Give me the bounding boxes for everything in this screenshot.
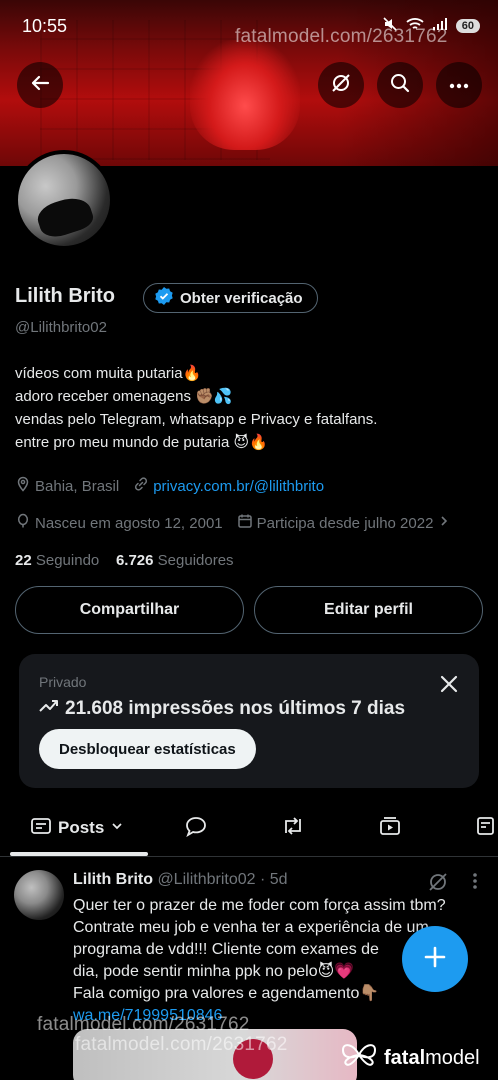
edit-profile-button[interactable]: Editar perfil	[254, 586, 483, 634]
followers-label: Seguidores	[157, 552, 234, 569]
repost-icon	[280, 815, 306, 842]
butterfly-icon	[340, 1040, 378, 1076]
brand-name-rest: model	[425, 1046, 480, 1069]
status-time: 10:55	[22, 16, 68, 36]
tab-articles[interactable]	[476, 806, 498, 850]
balloon-icon	[15, 513, 31, 533]
get-verified-button[interactable]: Obter verificação	[143, 283, 318, 313]
share-label: Compartilhar	[79, 601, 180, 618]
follow-counts: 22 Seguindo 6.726 Seguidores	[15, 552, 234, 569]
following-label: Seguindo	[35, 552, 100, 569]
bio-line: entre pro meu mundo de putaria 😈🔥	[15, 434, 268, 451]
post-media[interactable]	[73, 1029, 357, 1080]
birth-item: Nasceu em agosto 12, 2001	[15, 513, 223, 533]
brand-name: fatalmodel	[384, 1047, 480, 1070]
article-edit-icon	[476, 815, 498, 842]
fatalmodel-logo: fatalmodel	[340, 1040, 480, 1076]
search-icon	[390, 73, 410, 98]
tab-replies[interactable]	[184, 806, 208, 850]
bio-line: vídeos com muita putaria🔥	[15, 365, 202, 382]
wifi-icon	[406, 17, 424, 34]
following-link[interactable]: 22 Seguindo	[15, 552, 99, 569]
back-button[interactable]	[17, 62, 63, 108]
joined-item[interactable]: Participa desde julho 2022	[237, 513, 452, 533]
post-avatar[interactable]	[14, 870, 64, 920]
analytics-card: Privado 21.608 impressões nos últimos 7 …	[19, 654, 479, 788]
bio-line: adoro receber omenagens ✊🏽💦	[15, 388, 233, 405]
post-link[interactable]: wa.me/71999510846	[73, 1005, 483, 1027]
grok-icon	[330, 72, 352, 99]
close-icon	[437, 675, 461, 700]
impressions-row: 21.608 impressões nos últimos 7 dias	[39, 698, 405, 720]
birth-text: Nasceu em agosto 12, 2001	[35, 514, 223, 532]
chevron-right-icon	[437, 514, 451, 532]
profile-tabs: Posts	[0, 806, 498, 856]
status-icons: 60	[382, 16, 480, 35]
tab-divider	[0, 856, 498, 857]
profile-avatar[interactable]	[14, 150, 114, 250]
profile-handle: @Lilithbrito02	[15, 319, 107, 336]
unlock-stats-label: Desbloquear estatísticas	[59, 740, 236, 758]
tab-posts[interactable]: Posts	[30, 806, 124, 850]
banner-figure	[190, 40, 300, 150]
edit-profile-label: Editar perfil	[324, 601, 413, 618]
website-link[interactable]: privacy.com.br/@lilithbrito	[153, 478, 324, 495]
followers-count: 6.726	[115, 552, 154, 569]
signal-icon	[432, 17, 448, 34]
calendar-icon	[237, 513, 253, 533]
mute-icon	[382, 16, 398, 35]
trending-up-icon	[39, 698, 59, 720]
link-icon	[133, 476, 149, 496]
search-button[interactable]	[377, 62, 423, 108]
post-author-meta: @Lilithbrito02 · 5d	[157, 871, 288, 888]
following-count: 22	[15, 552, 32, 569]
post-grok-icon[interactable]	[427, 871, 449, 898]
chevron-down-icon	[110, 819, 124, 838]
post-header: Lilith Brito @Lilithbrito02 · 5d	[73, 871, 288, 889]
plus-icon	[423, 945, 447, 974]
brand-name-bold: fatal	[384, 1046, 426, 1069]
battery-level: 60	[455, 18, 480, 33]
tab-reposts[interactable]	[280, 806, 306, 850]
post-line: Quer ter o prazer de me foder com força …	[73, 897, 446, 914]
profile-bio: vídeos com muita putaria🔥 adoro receber …	[15, 362, 377, 454]
share-button[interactable]: Compartilhar	[15, 586, 244, 634]
media-blob	[233, 1039, 273, 1079]
arrow-left-icon	[30, 73, 50, 98]
more-dots-icon	[449, 76, 469, 94]
grok-button[interactable]	[318, 62, 364, 108]
more-button[interactable]	[436, 62, 482, 108]
location-pin-icon	[15, 476, 31, 496]
profile-meta-row-2: Nasceu em agosto 12, 2001 Participa desd…	[15, 513, 465, 533]
compose-button[interactable]	[402, 926, 468, 992]
posts-tab-icon	[30, 816, 52, 841]
joined-text: Participa desde julho 2022	[256, 514, 434, 532]
analytics-close-button[interactable]	[437, 672, 461, 696]
get-verified-label: Obter verificação	[180, 289, 303, 307]
analytics-private-label: Privado	[39, 674, 87, 690]
tab-posts-label: Posts	[58, 818, 105, 837]
unlock-stats-button[interactable]: Desbloquear estatísticas	[39, 729, 256, 769]
location-text: Bahia, Brasil	[35, 477, 120, 495]
post-more-icon[interactable]	[472, 872, 478, 895]
tab-media[interactable]	[378, 806, 402, 850]
website-item[interactable]: privacy.com.br/@lilithbrito	[133, 476, 324, 496]
status-bar: 10:55 60	[0, 10, 498, 40]
avatar-hand	[34, 192, 96, 242]
profile-name: Lilith Brito	[15, 285, 115, 307]
reply-bubble-icon	[184, 815, 208, 842]
impressions-text: 21.608 impressões nos últimos 7 dias	[65, 698, 406, 719]
video-icon	[378, 815, 402, 842]
followers-link[interactable]: 6.726 Seguidores	[116, 552, 234, 569]
verified-badge-icon	[154, 286, 174, 310]
post-author-name[interactable]: Lilith Brito	[73, 871, 153, 888]
bio-line: vendas pelo Telegram, whatsapp e Privacy…	[15, 411, 378, 428]
profile-meta-row-1: Bahia, Brasil privacy.com.br/@lilithbrit…	[15, 476, 338, 496]
location-item: Bahia, Brasil	[15, 476, 119, 496]
